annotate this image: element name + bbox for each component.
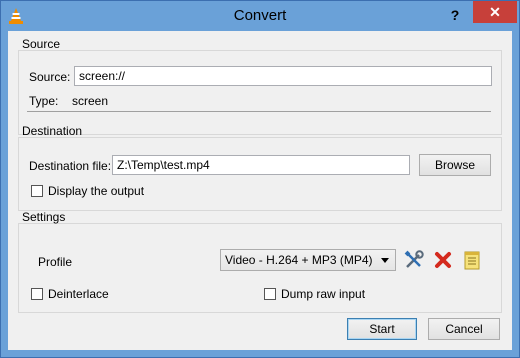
delete-profile-button[interactable] bbox=[431, 248, 455, 272]
profile-dropdown[interactable]: Video - H.264 + MP3 (MP4) bbox=[220, 249, 396, 271]
help-button[interactable]: ? bbox=[442, 5, 468, 25]
profile-selected-value: Video - H.264 + MP3 (MP4) bbox=[225, 253, 373, 267]
deinterlace-label[interactable]: Deinterlace bbox=[48, 287, 109, 301]
dump-raw-input-label[interactable]: Dump raw input bbox=[281, 287, 365, 301]
cancel-button[interactable]: Cancel bbox=[428, 318, 500, 340]
close-button[interactable]: ✕ bbox=[473, 1, 517, 23]
convert-dialog: Convert ? ✕ Source Source: screen:// Typ… bbox=[0, 0, 520, 358]
source-group: Source Source: screen:// Type: screen bbox=[18, 37, 502, 135]
browse-button[interactable]: Browse bbox=[419, 154, 491, 176]
dialog-body: Source Source: screen:// Type: screen De… bbox=[8, 31, 512, 350]
source-divider bbox=[27, 111, 491, 112]
dump-raw-input-checkbox[interactable] bbox=[264, 288, 276, 300]
edit-profile-button[interactable] bbox=[402, 248, 426, 272]
settings-group: Settings Profile Video - H.264 + MP3 (MP… bbox=[18, 210, 502, 313]
destination-group-title: Destination bbox=[22, 124, 83, 138]
type-value: screen bbox=[72, 94, 109, 108]
new-profile-button[interactable] bbox=[460, 248, 484, 272]
destination-file-label: Destination file: bbox=[29, 159, 112, 173]
display-output-label[interactable]: Display the output bbox=[48, 184, 144, 198]
profile-label: Profile bbox=[38, 255, 73, 269]
settings-group-title: Settings bbox=[22, 210, 66, 224]
destination-file-input[interactable]: Z:\Temp\test.mp4 bbox=[112, 155, 410, 175]
display-output-checkbox[interactable] bbox=[31, 185, 43, 197]
red-x-icon bbox=[431, 252, 455, 275]
start-button[interactable]: Start bbox=[347, 318, 417, 340]
chevron-down-icon bbox=[381, 258, 389, 263]
destination-group: Destination Destination file: Z:\Temp\te… bbox=[18, 124, 502, 211]
title-bar[interactable]: Convert ? ✕ bbox=[1, 1, 519, 31]
source-label: Source: bbox=[29, 70, 71, 84]
source-input[interactable]: screen:// bbox=[74, 66, 492, 86]
type-label: Type: bbox=[29, 94, 59, 108]
deinterlace-checkbox[interactable] bbox=[31, 288, 43, 300]
wrench-screwdriver-icon bbox=[402, 250, 426, 275]
notepad-icon bbox=[460, 251, 484, 275]
source-group-title: Source bbox=[22, 37, 61, 51]
